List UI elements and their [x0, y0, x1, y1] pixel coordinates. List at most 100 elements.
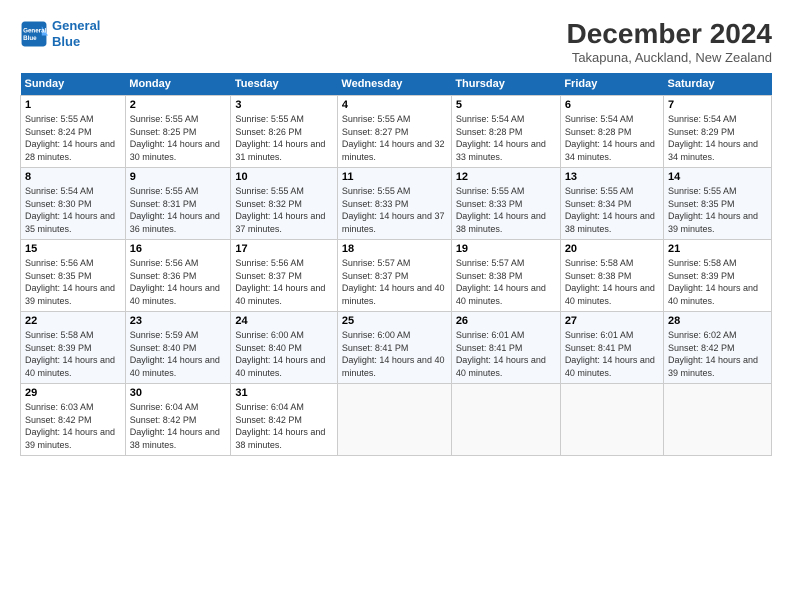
day-number: 19: [456, 243, 556, 255]
day-info: Sunrise: 6:00 AM Sunset: 8:40 PM Dayligh…: [235, 329, 333, 379]
header-cell-wednesday: Wednesday: [337, 73, 451, 96]
day-info: Sunrise: 5:58 AM Sunset: 8:39 PM Dayligh…: [668, 257, 767, 307]
sunrise-label: Sunrise: 5:55 AM: [668, 186, 737, 196]
day-cell: 7 Sunrise: 5:54 AM Sunset: 8:29 PM Dayli…: [663, 96, 771, 168]
sunset-label: Sunset: 8:37 PM: [235, 271, 302, 281]
header-cell-friday: Friday: [560, 73, 663, 96]
week-row-3: 15 Sunrise: 5:56 AM Sunset: 8:35 PM Dayl…: [21, 240, 772, 312]
sunset-label: Sunset: 8:42 PM: [25, 415, 92, 425]
day-info: Sunrise: 6:01 AM Sunset: 8:41 PM Dayligh…: [456, 329, 556, 379]
svg-text:Blue: Blue: [23, 35, 37, 42]
calendar-header: SundayMondayTuesdayWednesdayThursdayFrid…: [21, 73, 772, 96]
day-info: Sunrise: 6:04 AM Sunset: 8:42 PM Dayligh…: [235, 401, 333, 451]
sunrise-label: Sunrise: 5:55 AM: [130, 186, 199, 196]
header: General Blue General Blue December 2024 …: [20, 18, 772, 65]
sunset-label: Sunset: 8:42 PM: [235, 415, 302, 425]
day-cell: 8 Sunrise: 5:54 AM Sunset: 8:30 PM Dayli…: [21, 168, 126, 240]
daylight-label: Daylight: 14 hours and 40 minutes.: [565, 355, 655, 378]
sunset-label: Sunset: 8:31 PM: [130, 199, 197, 209]
day-info: Sunrise: 5:57 AM Sunset: 8:37 PM Dayligh…: [342, 257, 447, 307]
day-cell: [663, 384, 771, 456]
day-info: Sunrise: 6:04 AM Sunset: 8:42 PM Dayligh…: [130, 401, 227, 451]
logo-line1: General: [52, 18, 100, 33]
day-info: Sunrise: 5:54 AM Sunset: 8:28 PM Dayligh…: [565, 113, 659, 163]
sunrise-label: Sunrise: 5:54 AM: [456, 114, 525, 124]
day-number: 6: [565, 99, 659, 111]
daylight-label: Daylight: 14 hours and 38 minutes.: [456, 211, 546, 234]
page: General Blue General Blue December 2024 …: [0, 0, 792, 612]
logo: General Blue General Blue: [20, 18, 100, 49]
sunset-label: Sunset: 8:41 PM: [456, 343, 523, 353]
daylight-label: Daylight: 14 hours and 34 minutes.: [565, 139, 655, 162]
day-info: Sunrise: 5:54 AM Sunset: 8:29 PM Dayligh…: [668, 113, 767, 163]
day-number: 7: [668, 99, 767, 111]
day-number: 14: [668, 171, 767, 183]
day-info: Sunrise: 6:02 AM Sunset: 8:42 PM Dayligh…: [668, 329, 767, 379]
sunrise-label: Sunrise: 5:58 AM: [668, 258, 737, 268]
sunrise-label: Sunrise: 5:58 AM: [25, 330, 94, 340]
day-info: Sunrise: 5:54 AM Sunset: 8:30 PM Dayligh…: [25, 185, 121, 235]
day-cell: 12 Sunrise: 5:55 AM Sunset: 8:33 PM Dayl…: [451, 168, 560, 240]
daylight-label: Daylight: 14 hours and 39 minutes.: [668, 211, 758, 234]
sunrise-label: Sunrise: 5:55 AM: [235, 114, 304, 124]
day-info: Sunrise: 5:59 AM Sunset: 8:40 PM Dayligh…: [130, 329, 227, 379]
day-info: Sunrise: 5:55 AM Sunset: 8:31 PM Dayligh…: [130, 185, 227, 235]
sunrise-label: Sunrise: 5:57 AM: [456, 258, 525, 268]
sunrise-label: Sunrise: 5:55 AM: [130, 114, 199, 124]
day-number: 13: [565, 171, 659, 183]
sunrise-label: Sunrise: 6:04 AM: [130, 402, 199, 412]
daylight-label: Daylight: 14 hours and 28 minutes.: [25, 139, 115, 162]
sunrise-label: Sunrise: 5:59 AM: [130, 330, 199, 340]
day-cell: 24 Sunrise: 6:00 AM Sunset: 8:40 PM Dayl…: [231, 312, 338, 384]
sunset-label: Sunset: 8:28 PM: [456, 127, 523, 137]
sunrise-label: Sunrise: 6:01 AM: [565, 330, 634, 340]
sunrise-label: Sunrise: 5:55 AM: [456, 186, 525, 196]
daylight-label: Daylight: 14 hours and 39 minutes.: [25, 427, 115, 450]
sunset-label: Sunset: 8:24 PM: [25, 127, 92, 137]
day-info: Sunrise: 5:58 AM Sunset: 8:39 PM Dayligh…: [25, 329, 121, 379]
day-number: 20: [565, 243, 659, 255]
daylight-label: Daylight: 14 hours and 38 minutes.: [130, 427, 220, 450]
sunrise-label: Sunrise: 6:00 AM: [342, 330, 411, 340]
day-number: 25: [342, 315, 447, 327]
sunrise-label: Sunrise: 6:04 AM: [235, 402, 304, 412]
day-cell: 3 Sunrise: 5:55 AM Sunset: 8:26 PM Dayli…: [231, 96, 338, 168]
sunrise-label: Sunrise: 5:55 AM: [25, 114, 94, 124]
day-number: 15: [25, 243, 121, 255]
logo-line2: Blue: [52, 34, 80, 49]
day-number: 18: [342, 243, 447, 255]
day-number: 10: [235, 171, 333, 183]
day-info: Sunrise: 5:55 AM Sunset: 8:24 PM Dayligh…: [25, 113, 121, 163]
sunrise-label: Sunrise: 5:55 AM: [342, 186, 411, 196]
daylight-label: Daylight: 14 hours and 37 minutes.: [342, 211, 445, 234]
sunset-label: Sunset: 8:37 PM: [342, 271, 409, 281]
sunset-label: Sunset: 8:35 PM: [25, 271, 92, 281]
day-number: 21: [668, 243, 767, 255]
week-row-4: 22 Sunrise: 5:58 AM Sunset: 8:39 PM Dayl…: [21, 312, 772, 384]
sunset-label: Sunset: 8:39 PM: [25, 343, 92, 353]
day-info: Sunrise: 5:58 AM Sunset: 8:38 PM Dayligh…: [565, 257, 659, 307]
daylight-label: Daylight: 14 hours and 40 minutes.: [235, 283, 325, 306]
day-number: 22: [25, 315, 121, 327]
day-cell: 28 Sunrise: 6:02 AM Sunset: 8:42 PM Dayl…: [663, 312, 771, 384]
day-cell: 30 Sunrise: 6:04 AM Sunset: 8:42 PM Dayl…: [125, 384, 231, 456]
sunset-label: Sunset: 8:33 PM: [342, 199, 409, 209]
sunrise-label: Sunrise: 5:56 AM: [130, 258, 199, 268]
day-number: 9: [130, 171, 227, 183]
header-cell-thursday: Thursday: [451, 73, 560, 96]
day-cell: 5 Sunrise: 5:54 AM Sunset: 8:28 PM Dayli…: [451, 96, 560, 168]
sunset-label: Sunset: 8:27 PM: [342, 127, 409, 137]
daylight-label: Daylight: 14 hours and 40 minutes.: [456, 355, 546, 378]
day-cell: [337, 384, 451, 456]
day-number: 8: [25, 171, 121, 183]
day-cell: 10 Sunrise: 5:55 AM Sunset: 8:32 PM Dayl…: [231, 168, 338, 240]
day-info: Sunrise: 5:56 AM Sunset: 8:37 PM Dayligh…: [235, 257, 333, 307]
sunset-label: Sunset: 8:42 PM: [668, 343, 735, 353]
day-number: 23: [130, 315, 227, 327]
header-cell-sunday: Sunday: [21, 73, 126, 96]
daylight-label: Daylight: 14 hours and 40 minutes.: [342, 283, 445, 306]
day-number: 24: [235, 315, 333, 327]
day-info: Sunrise: 5:56 AM Sunset: 8:36 PM Dayligh…: [130, 257, 227, 307]
logo-icon: General Blue: [20, 20, 48, 48]
day-cell: 15 Sunrise: 5:56 AM Sunset: 8:35 PM Dayl…: [21, 240, 126, 312]
